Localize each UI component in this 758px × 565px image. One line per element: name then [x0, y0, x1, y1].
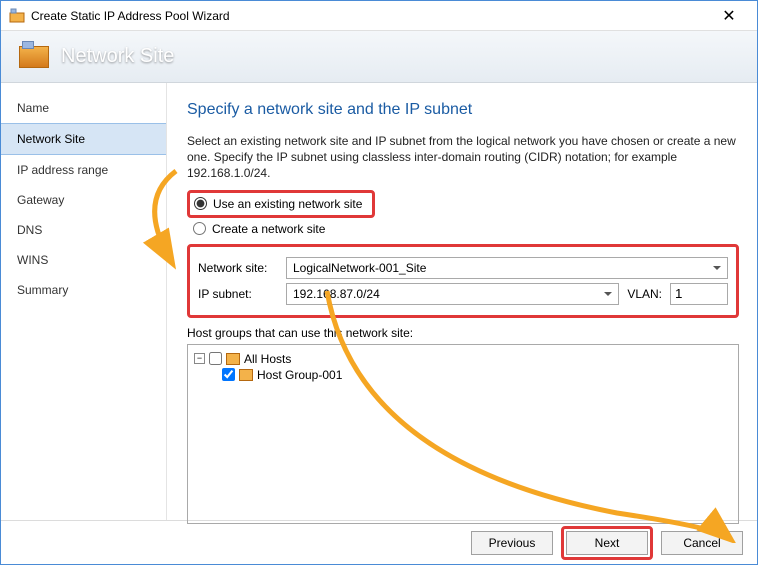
step-wins[interactable]: WINS [1, 245, 166, 275]
step-ip-address-range[interactable]: IP address range [1, 155, 166, 185]
radio-create-site-label: Create a network site [212, 222, 325, 236]
tree-child-label: Host Group-001 [257, 368, 342, 382]
window-title: Create Static IP Address Pool Wizard [31, 9, 709, 23]
banner-icon [19, 46, 49, 68]
tree-expander-icon[interactable]: − [194, 353, 205, 364]
network-site-value: LogicalNetwork-001_Site [293, 261, 426, 275]
hostgroup-icon [226, 353, 240, 365]
host-groups-tree[interactable]: − All Hosts Host Group-001 [187, 344, 739, 524]
step-network-site[interactable]: Network Site [1, 123, 166, 155]
network-site-label: Network site: [198, 261, 278, 275]
step-summary[interactable]: Summary [1, 275, 166, 305]
wizard-steps-sidebar: Name Network Site IP address range Gatew… [1, 83, 167, 520]
tree-row-root[interactable]: − All Hosts [194, 351, 732, 367]
hostgroup-icon [239, 369, 253, 381]
vlan-input[interactable] [670, 283, 728, 305]
step-dns[interactable]: DNS [1, 215, 166, 245]
tree-child-checkbox[interactable] [222, 368, 235, 381]
host-groups-label: Host groups that can use this network si… [187, 326, 739, 340]
next-button[interactable]: Next [566, 531, 648, 555]
step-gateway[interactable]: Gateway [1, 185, 166, 215]
banner: Network Site [1, 31, 757, 83]
radio-create-site-input[interactable] [193, 222, 206, 235]
radio-create-site[interactable]: Create a network site [187, 220, 739, 238]
banner-title: Network Site [61, 45, 174, 68]
network-site-dropdown[interactable]: LogicalNetwork-001_Site [286, 257, 728, 279]
radio-use-existing-input[interactable] [194, 197, 207, 210]
wizard-footer: Previous Next Cancel [1, 520, 757, 564]
wizard-icon [9, 8, 25, 24]
previous-button[interactable]: Previous [471, 531, 553, 555]
tree-row-child[interactable]: Host Group-001 [194, 367, 732, 383]
page-heading: Specify a network site and the IP subnet [187, 101, 739, 119]
close-button[interactable]: ✕ [709, 6, 749, 26]
ip-subnet-dropdown[interactable]: 192.168.87.0/24 [286, 283, 619, 305]
step-name[interactable]: Name [1, 93, 166, 123]
tree-root-label: All Hosts [244, 352, 291, 366]
radio-use-existing-label: Use an existing network site [213, 197, 362, 211]
cancel-button[interactable]: Cancel [661, 531, 743, 555]
site-detail-highlight: Network site: LogicalNetwork-001_Site IP… [187, 244, 739, 318]
vlan-label: VLAN: [627, 287, 662, 301]
ip-subnet-value: 192.168.87.0/24 [293, 287, 380, 301]
main-panel: Specify a network site and the IP subnet… [167, 83, 757, 520]
next-button-highlight: Next [561, 526, 653, 560]
tree-root-checkbox[interactable] [209, 352, 222, 365]
radio-existing-highlight: Use an existing network site [187, 190, 375, 218]
page-description: Select an existing network site and IP s… [187, 133, 739, 182]
radio-use-existing[interactable]: Use an existing network site [194, 195, 362, 213]
ip-subnet-label: IP subnet: [198, 287, 278, 301]
title-bar: Create Static IP Address Pool Wizard ✕ [1, 1, 757, 31]
